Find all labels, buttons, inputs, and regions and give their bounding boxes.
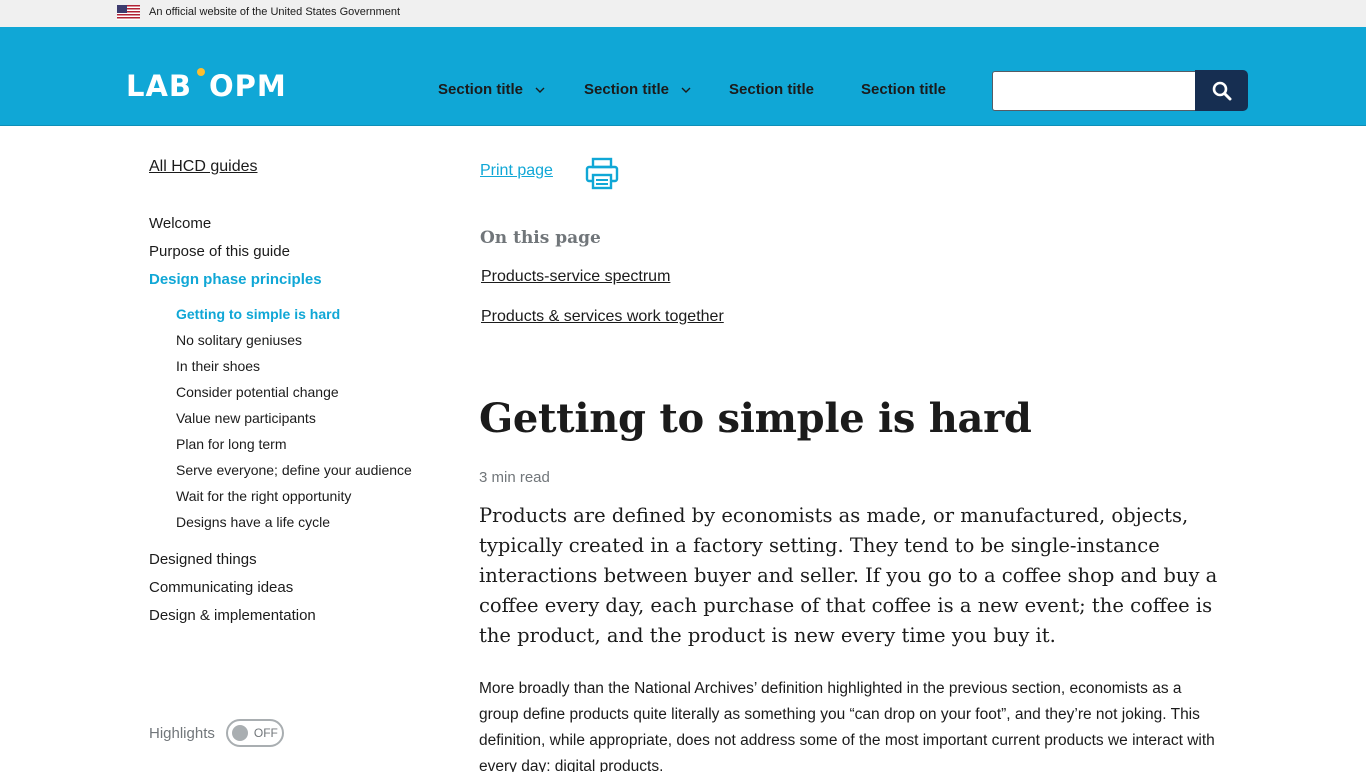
us-flag-icon <box>117 5 140 20</box>
gov-banner-text: An official website of the United States… <box>149 6 401 18</box>
site-header: LAB OPM Section title Section title Sect… <box>0 27 1366 126</box>
nav-section-2[interactable]: Section title <box>584 81 691 98</box>
chevron-down-icon <box>535 87 545 93</box>
sidebar-subitem-no-solitary-geniuses[interactable]: No solitary geniuses <box>176 332 302 348</box>
read-time: 3 min read <box>479 469 550 486</box>
sidebar-subitem-wait-for-right-opportunity[interactable]: Wait for the right opportunity <box>176 488 351 504</box>
nav-section-4[interactable]: Section title <box>861 81 946 98</box>
toggle-knob <box>231 725 248 741</box>
printer-icon[interactable] <box>585 157 619 190</box>
nav-section-4-label: Section title <box>861 81 947 98</box>
toc-link-products-service-spectrum[interactable]: Products-service spectrum <box>481 268 670 286</box>
sidebar-subitem-in-their-shoes[interactable]: In their shoes <box>176 358 260 374</box>
lead-paragraph: Products are defined by economists as ma… <box>479 504 1218 647</box>
sidebar-item-design-implementation[interactable]: Design & implementation <box>149 607 316 624</box>
search-icon <box>1212 81 1231 100</box>
highlights-control: Highlights OFF <box>149 719 284 747</box>
sidebar-subitem-plan-for-long-term[interactable]: Plan for long term <box>176 436 287 452</box>
logo-dot <box>197 68 205 76</box>
logo-opm-text: OPM <box>209 69 287 103</box>
nav-section-1-label: Section title <box>438 81 524 98</box>
gov-banner: An official website of the United States… <box>0 0 1366 27</box>
toggle-state-text: OFF <box>253 726 278 740</box>
logo-lab-text: LAB <box>126 69 193 103</box>
nav-section-2-label: Section title <box>584 81 670 98</box>
sidebar-item-purpose[interactable]: Purpose of this guide <box>149 243 290 260</box>
highlights-toggle[interactable]: OFF <box>225 719 284 747</box>
sidebar-item-communicating-ideas[interactable]: Communicating ideas <box>149 579 293 596</box>
sidebar-subitem-value-new-participants[interactable]: Value new participants <box>176 410 316 426</box>
nav-section-3[interactable]: Section title <box>729 81 814 98</box>
nav-section-3-label: Section title <box>729 81 815 98</box>
search-button[interactable] <box>1195 70 1248 111</box>
search-input[interactable] <box>992 71 1196 111</box>
sidebar-item-design-phase-principles[interactable]: Design phase principles <box>149 271 322 288</box>
all-hcd-guides-link[interactable]: All HCD guides <box>149 158 257 176</box>
sidebar-subitem-designs-life-cycle[interactable]: Designs have a life cycle <box>176 514 330 530</box>
page-title: Getting to simple is hard <box>479 395 1032 442</box>
chevron-down-icon <box>681 87 691 93</box>
highlights-label: Highlights <box>149 724 215 742</box>
toc-link-products-services-together[interactable]: Products & services work together <box>481 308 724 326</box>
body-paragraph: More broadly than the National Archives’… <box>479 680 1215 772</box>
print-page-link[interactable]: Print page <box>480 162 553 180</box>
sidebar-subitem-consider-potential-change[interactable]: Consider potential change <box>176 384 339 400</box>
sidebar-item-welcome[interactable]: Welcome <box>149 215 211 232</box>
sidebar-item-designed-things[interactable]: Designed things <box>149 551 257 568</box>
nav-section-1[interactable]: Section title <box>438 81 545 98</box>
on-this-page-heading: On this page <box>480 228 601 248</box>
sidebar-subitem-serve-everyone[interactable]: Serve everyone; define your audience <box>176 462 412 478</box>
sidebar-subitem-getting-to-simple[interactable]: Getting to simple is hard <box>176 306 340 322</box>
